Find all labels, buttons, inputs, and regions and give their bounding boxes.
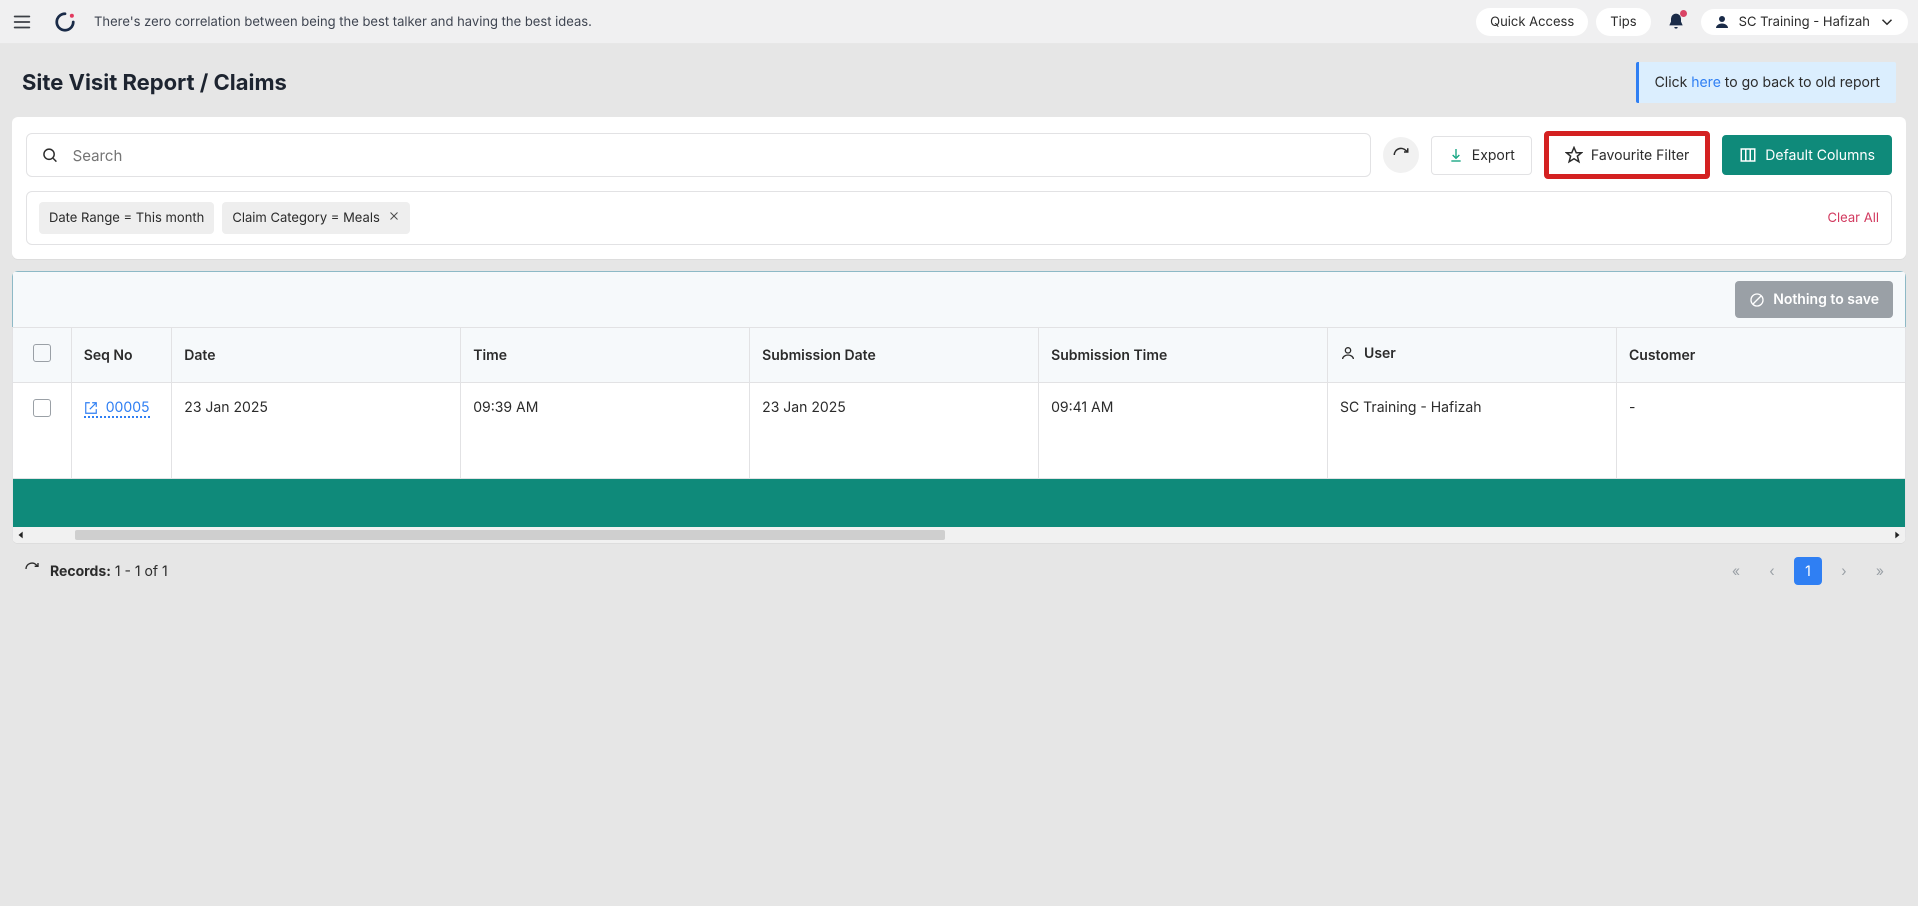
cell-submission-time: 09:41 AM bbox=[1038, 383, 1327, 479]
export-label: Export bbox=[1472, 147, 1515, 164]
table-header-row: Seq No Date Time Submission Date Submiss… bbox=[13, 328, 1905, 383]
chip-remove-icon[interactable] bbox=[388, 210, 400, 226]
banner-link[interactable]: here bbox=[1691, 74, 1721, 91]
favourite-filter-button[interactable]: Favourite Filter bbox=[1549, 136, 1705, 174]
quick-access-button[interactable]: Quick Access bbox=[1476, 8, 1588, 36]
footer-left: Records: 1 - 1 of 1 bbox=[24, 561, 168, 581]
star-icon bbox=[1565, 146, 1583, 164]
header-time[interactable]: Time bbox=[460, 328, 749, 383]
nothing-to-save-button: Nothing to save bbox=[1735, 281, 1893, 318]
export-button[interactable]: Export bbox=[1431, 136, 1532, 175]
download-icon bbox=[1448, 147, 1464, 163]
cell-user: SC Training - Hafizah bbox=[1327, 383, 1616, 479]
clear-all-button[interactable]: Clear All bbox=[1828, 210, 1879, 226]
header-quote: There's zero correlation between being t… bbox=[94, 14, 1464, 30]
favourite-filter-label: Favourite Filter bbox=[1591, 147, 1689, 164]
header-customer[interactable]: Customer bbox=[1616, 328, 1905, 383]
header-checkbox-cell bbox=[13, 328, 71, 383]
search-icon bbox=[41, 146, 59, 164]
refresh-icon bbox=[1392, 146, 1410, 164]
seq-value: 00005 bbox=[106, 399, 150, 416]
page-title: Site Visit Report / Claims bbox=[22, 70, 287, 96]
page-first[interactable]: « bbox=[1722, 557, 1750, 585]
records-total: 1 bbox=[162, 563, 168, 580]
header-user-label: User bbox=[1364, 345, 1396, 362]
notifications-icon[interactable] bbox=[1659, 8, 1693, 36]
default-columns-button[interactable]: Default Columns bbox=[1722, 135, 1892, 175]
row-checkbox[interactable] bbox=[33, 399, 51, 417]
records-of: of bbox=[144, 563, 158, 580]
filter-chip-date-range[interactable]: Date Range = This month bbox=[39, 202, 214, 234]
row-checkbox-cell bbox=[13, 383, 71, 479]
app-bar: There's zero correlation between being t… bbox=[0, 0, 1918, 44]
select-all-checkbox[interactable] bbox=[33, 344, 51, 362]
search-input[interactable] bbox=[71, 145, 1356, 166]
page-next[interactable]: › bbox=[1830, 557, 1858, 585]
horizontal-scrollbar[interactable] bbox=[13, 527, 1905, 543]
table-card: Nothing to save Seq No Date Time Submiss… bbox=[12, 271, 1906, 543]
cell-date: 23 Jan 2025 bbox=[171, 383, 460, 479]
pagination: « ‹ 1 › » bbox=[1722, 557, 1894, 585]
avatar-icon bbox=[1713, 13, 1731, 31]
search-wrap bbox=[26, 133, 1371, 177]
user-icon bbox=[1340, 345, 1356, 361]
filter-chip-claim-category[interactable]: Claim Category = Meals bbox=[222, 202, 409, 234]
filter-chip-label: Claim Category = Meals bbox=[232, 210, 379, 226]
footer-refresh-icon[interactable] bbox=[24, 561, 40, 581]
filter-chips: Date Range = This month Claim Category =… bbox=[39, 202, 410, 234]
toolbar-card: Export Favourite Filter Default Columns … bbox=[12, 117, 1906, 259]
user-menu[interactable]: SC Training - Hafizah bbox=[1701, 9, 1908, 35]
cell-time: 09:39 AM bbox=[460, 383, 749, 479]
header-seq-no[interactable]: Seq No bbox=[71, 328, 172, 383]
right-tools: Quick Access Tips SC Training - Hafizah bbox=[1476, 8, 1908, 36]
header-submission-date[interactable]: Submission Date bbox=[749, 328, 1038, 383]
chevron-down-icon bbox=[1878, 13, 1896, 31]
save-strip: Nothing to save bbox=[12, 271, 1906, 327]
records-range: 1 - 1 bbox=[115, 563, 141, 580]
columns-icon bbox=[1739, 146, 1757, 164]
page-wrap: Site Visit Report / Claims Click here to… bbox=[0, 44, 1918, 603]
data-table: Seq No Date Time Submission Date Submiss… bbox=[13, 328, 1905, 479]
table-row: 00005 23 Jan 2025 09:39 AM 23 Jan 2025 0… bbox=[13, 383, 1905, 479]
table-wrap: Seq No Date Time Submission Date Submiss… bbox=[12, 327, 1906, 543]
banner-text-prefix: Click bbox=[1655, 74, 1692, 91]
records-prefix: Records: bbox=[50, 563, 111, 580]
scroll-left-icon[interactable] bbox=[13, 527, 29, 543]
page-prev[interactable]: ‹ bbox=[1758, 557, 1786, 585]
default-columns-label: Default Columns bbox=[1765, 147, 1875, 164]
seq-link[interactable]: 00005 bbox=[84, 399, 150, 418]
user-name: SC Training - Hafizah bbox=[1739, 14, 1870, 30]
cell-submission-date: 23 Jan 2025 bbox=[749, 383, 1038, 479]
ban-icon bbox=[1749, 292, 1765, 308]
header-submission-time[interactable]: Submission Time bbox=[1038, 328, 1327, 383]
hamburger-icon[interactable] bbox=[8, 8, 36, 36]
cell-customer: - bbox=[1616, 383, 1905, 479]
open-icon bbox=[84, 401, 98, 415]
filter-chip-label: Date Range = This month bbox=[49, 210, 204, 226]
scroll-right-icon[interactable] bbox=[1889, 527, 1905, 543]
tips-button[interactable]: Tips bbox=[1596, 8, 1650, 36]
old-report-banner: Click here to go back to old report bbox=[1636, 62, 1896, 103]
table-summary-band bbox=[13, 479, 1905, 527]
header-user[interactable]: User bbox=[1327, 328, 1616, 383]
footer: Records: 1 - 1 of 1 « ‹ 1 › » bbox=[12, 543, 1906, 593]
page-header: Site Visit Report / Claims Click here to… bbox=[12, 44, 1906, 117]
cell-seq-no: 00005 bbox=[71, 383, 172, 479]
favourite-filter-highlight: Favourite Filter bbox=[1544, 131, 1710, 179]
records-label: Records: 1 - 1 of 1 bbox=[50, 563, 168, 580]
app-logo[interactable] bbox=[48, 8, 82, 36]
refresh-button[interactable] bbox=[1383, 137, 1419, 173]
page-last[interactable]: » bbox=[1866, 557, 1894, 585]
filters-bar: Date Range = This month Claim Category =… bbox=[26, 191, 1892, 245]
toolbar: Export Favourite Filter Default Columns bbox=[26, 131, 1892, 179]
page-current[interactable]: 1 bbox=[1794, 557, 1822, 585]
banner-text-suffix: to go back to old report bbox=[1725, 74, 1880, 91]
scrollbar-thumb[interactable] bbox=[75, 530, 945, 540]
nothing-to-save-label: Nothing to save bbox=[1773, 291, 1879, 308]
header-date[interactable]: Date bbox=[171, 328, 460, 383]
